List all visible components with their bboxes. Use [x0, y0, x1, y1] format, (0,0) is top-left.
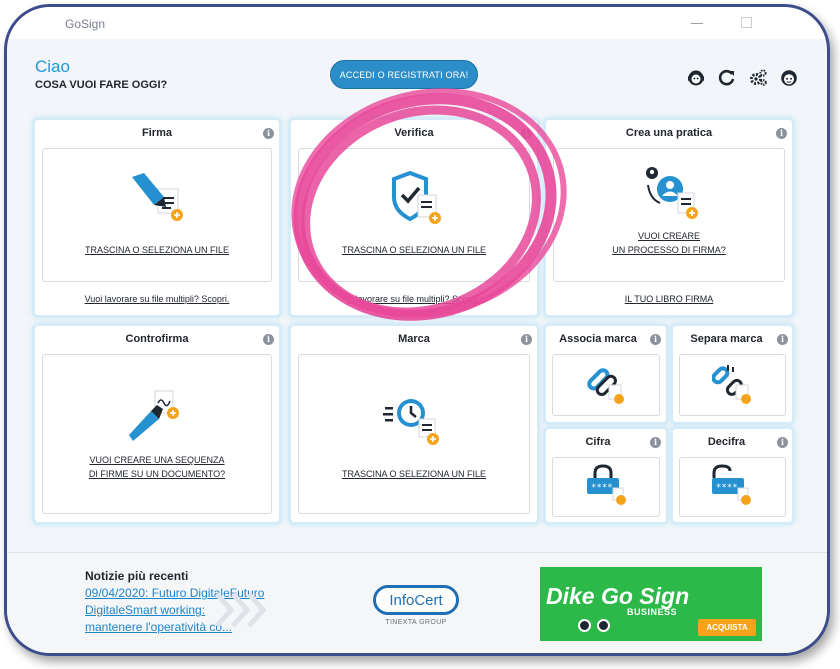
panel-firma: Firma i TRASCINA O SELEZIONA UN FILE Vuo…	[35, 120, 279, 315]
panel-separa-marca: Separa marca i	[673, 326, 792, 422]
drop-zone-firma[interactable]: TRASCINA O SELEZIONA UN FILE	[42, 148, 272, 282]
settings-icon[interactable]	[749, 69, 767, 87]
create-process-link-line2[interactable]: UN PROCESSO DI FIRMA?	[554, 245, 784, 255]
info-icon[interactable]: i	[521, 334, 532, 345]
minimize-icon[interactable]	[691, 23, 703, 24]
drop-zone-decifra[interactable]: ****	[679, 457, 786, 517]
countersign-pen-icon	[129, 390, 179, 441]
multi-file-link[interactable]: ...lavorare su file multipli? Scopri.	[291, 294, 537, 304]
info-icon[interactable]: i	[263, 334, 274, 345]
account-icon[interactable]	[780, 69, 798, 87]
news-link-line3[interactable]: mantenere l'operatività co...	[85, 620, 232, 634]
footer: Notizie più recenti 09/04/2020: Futuro D…	[7, 552, 827, 653]
app-window: GoSign Ciao COSA VUOI FARE OGGI? ACCEDI …	[4, 4, 830, 656]
lock-encrypt-icon: ****	[587, 464, 626, 505]
greeting: Ciao	[35, 57, 70, 76]
multi-file-link[interactable]: Vuoi lavorare su file multipli? Scopri.	[35, 294, 279, 304]
news-link-line2[interactable]: DigitaleSmart working:	[85, 603, 205, 617]
drop-zone-controfirma[interactable]: VUOI CREARE UNA SEQUENZA DI FIRME SU UN …	[42, 354, 272, 514]
refresh-icon[interactable]	[718, 69, 736, 87]
drop-zone-associa-marca[interactable]	[552, 354, 660, 416]
login-button[interactable]: ACCEDI O REGISTRATI ORA!	[330, 60, 478, 89]
info-icon[interactable]: i	[776, 128, 787, 139]
select-file-link[interactable]: TRASCINA O SELEZIONA UN FILE	[43, 245, 271, 255]
create-process-link-line1[interactable]: VUOI CREARE	[554, 231, 784, 241]
info-icon[interactable]: i	[777, 437, 788, 448]
maximize-icon[interactable]	[741, 17, 752, 28]
news-title: Notizie più recenti	[85, 569, 189, 583]
panel-title: Verifica	[394, 127, 434, 139]
panel-associa-marca: Associa marca i	[546, 326, 666, 422]
panel-title: Cifra	[585, 436, 611, 448]
panel-title: Firma	[142, 127, 172, 139]
drop-zone-pratica[interactable]: VUOI CREARE UN PROCESSO DI FIRMA?	[553, 148, 785, 282]
title-bar: GoSign	[7, 7, 827, 39]
ad-device-icons	[578, 619, 610, 632]
page-title: COSA VUOI FARE OGGI?	[35, 79, 168, 91]
infocert-logo: InfoCert	[373, 585, 459, 615]
dot-icon	[578, 619, 591, 632]
info-icon[interactable]: i	[650, 437, 661, 448]
panel-title: Separa marca	[690, 333, 763, 345]
logo-subtitle: TINEXTA GROUP	[385, 619, 447, 626]
panel-cifra: Cifra i ****	[546, 429, 666, 522]
user-support-icon[interactable]	[687, 69, 705, 87]
drop-zone-verifica[interactable]: TRASCINA O SELEZIONA UN FILE	[298, 148, 530, 282]
dot-icon	[597, 619, 610, 632]
window-title: GoSign	[65, 17, 106, 31]
drop-zone-marca[interactable]: TRASCINA O SELEZIONA UN FILE	[298, 354, 530, 514]
panel-title: Associa marca	[559, 333, 637, 345]
svg-text:****: ****	[716, 483, 738, 493]
info-icon[interactable]: i	[777, 334, 788, 345]
unlock-decrypt-icon: ****	[712, 464, 751, 505]
drop-zone-cifra[interactable]: ****	[552, 457, 660, 517]
drop-zone-separa-marca[interactable]	[679, 354, 786, 416]
select-file-link[interactable]: TRASCINA O SELEZIONA UN FILE	[299, 469, 529, 479]
logo-text: InfoCert	[389, 592, 443, 609]
panel-crea-pratica: Crea una pratica i VUOI CREARE UN PROCES…	[546, 120, 792, 315]
buy-button[interactable]: ACQUISTA	[698, 619, 756, 636]
pen-signature-icon	[132, 173, 183, 221]
panel-verifica: Verifica i TRASCINA O SELEZIONA UN FILE …	[291, 120, 537, 315]
info-icon[interactable]: i	[521, 128, 532, 139]
panel-title: Crea una pratica	[625, 127, 713, 139]
libro-firma-link[interactable]: IL TUO LIBRO FIRMA	[546, 294, 792, 304]
countersign-link-line2[interactable]: DI FIRME SU UN DOCUMENTO?	[43, 469, 271, 479]
info-icon[interactable]: i	[650, 334, 661, 345]
panel-controfirma: Controfirma i VUOI CREARE UNA SEQUENZA D…	[35, 326, 279, 522]
panel-title: Marca	[398, 333, 430, 345]
ad-brand: Dike Go Sign	[546, 583, 690, 609]
info-icon[interactable]: i	[263, 128, 274, 139]
panel-decifra: Decifra i ****	[673, 429, 792, 522]
ad-subtitle: BUSINESS	[627, 607, 678, 617]
timestamp-clock-icon	[383, 399, 439, 445]
shield-check-icon	[392, 171, 441, 224]
svg-text:****: ****	[591, 483, 613, 493]
panel-marca: Marca i TRASCINA O SELEZIONA UN FILE	[291, 326, 537, 522]
panel-title: Controfirma	[125, 333, 189, 345]
workflow-users-icon	[646, 167, 698, 219]
countersign-link-line1[interactable]: VUOI CREARE UNA SEQUENZA	[43, 455, 271, 465]
broken-link-icon	[712, 365, 751, 404]
toolbar	[687, 69, 798, 87]
panel-title: Decifra	[707, 436, 746, 448]
advertisement-banner[interactable]: Dike Go Sign BUSINESS ACQUISTA	[540, 567, 762, 641]
chevron-decoration-icon	[215, 592, 267, 628]
select-file-link[interactable]: TRASCINA O SELEZIONA UN FILE	[299, 245, 529, 255]
link-chain-icon	[587, 368, 624, 404]
